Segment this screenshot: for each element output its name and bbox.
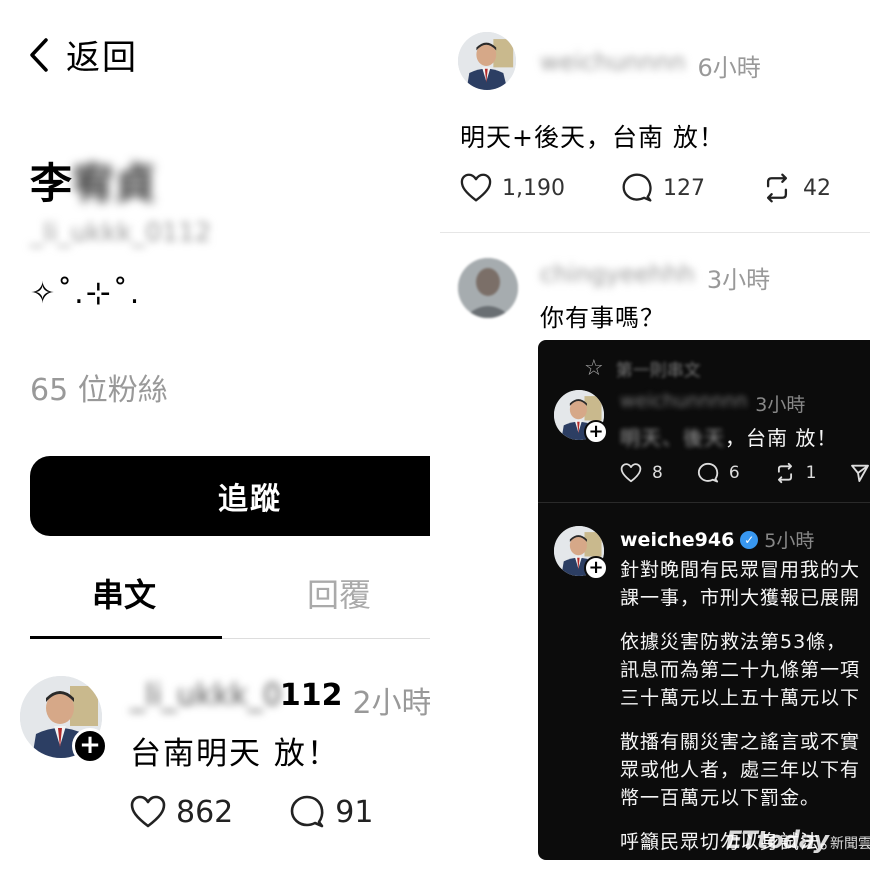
follow-plus-icon: + [584, 420, 608, 444]
back-label: 返回 [66, 38, 138, 78]
post-meta: _li_ukkk_0 112 2小時 [130, 678, 430, 722]
post-divider [440, 232, 870, 233]
comment-button[interactable]: 127 [621, 172, 705, 204]
quoted-paragraph: 針對晚間有民眾冒用我的大 課一事，市刑大獲報已展開 [620, 556, 870, 612]
post-time: 2小時 [352, 686, 430, 721]
reply-meta: chingyeehhh 3小時 [540, 260, 770, 295]
quoted-meta: weichunnnnn 3小時 [620, 390, 805, 417]
quoted-text-blurred: 明天、後天 [620, 426, 725, 450]
repost-icon [766, 173, 788, 203]
watermark-main: ETtoday [725, 826, 829, 854]
profile-tabs: 串文 回覆 [30, 570, 430, 640]
comment-bubble-icon [622, 173, 652, 202]
like-count: 1,190 [502, 175, 565, 201]
reply-time: 3小時 [706, 266, 771, 294]
follow-button[interactable]: 追蹤 [30, 456, 430, 536]
quoted-time: 5小時 [764, 530, 815, 552]
quoted-line: 訊息而為第二十九條第一項 [620, 659, 861, 681]
comment-bubble-icon [290, 795, 324, 828]
person-blurred-icon [458, 258, 518, 318]
quoted-line: 依據災害防救法第53條， [620, 631, 847, 653]
share-stat [850, 462, 870, 484]
pinned-label: ☆ 第一則串文 [584, 356, 701, 381]
repost-count: 1 [805, 463, 817, 483]
profile-handle: _li_ukkk_0112 [30, 218, 212, 248]
quoted-paragraph: 依據災害防救法第53條， 訊息而為第二十九條第一項 三十萬元以上五十萬元以下 [620, 628, 870, 712]
quoted-line: 散播有關災害之謠言或不實 [620, 731, 861, 753]
profile-panel: 返回 李 宥貞 _li_ukkk_0112 ✧˚.⊹˚. 65 位粉絲 追蹤 串… [0, 0, 430, 870]
quoted-line: 眾或他人者，處三年以下有 [620, 759, 861, 781]
quoted-text-visible: ，台南 放！ [725, 426, 838, 450]
post-handle-suffix: 112 [279, 678, 343, 713]
heart-icon [460, 173, 492, 202]
profile-name: 李 宥貞 [30, 150, 156, 211]
comment-stat: 6 [697, 462, 740, 484]
like-count: 862 [176, 794, 234, 830]
quoted-line: 課一事，市刑大獲報已展開 [620, 587, 861, 609]
post-text: 明天+後天，台南 放！ [460, 123, 725, 152]
follower-count[interactable]: 65 位粉絲 [30, 365, 168, 409]
chevron-left-icon [30, 37, 48, 72]
quoted-paragraph: 散播有關災害之謠言或不實 眾或他人者，處三年以下有 幣一百萬元以下罰金。 [620, 728, 870, 812]
post-handle[interactable]: _li_ukkk_0 [130, 678, 282, 722]
comment-count: 91 [335, 794, 374, 830]
follow-plus-icon: + [584, 556, 608, 580]
back-button[interactable]: 返回 [28, 30, 138, 79]
quoted-actions: 8 6 1 [620, 462, 870, 484]
post-time: 6小時 [697, 54, 761, 82]
thread-detail-panel: weichunnnn 6小時 明天+後天，台南 放！ 1,190 127 42 … [440, 0, 870, 870]
quoted-screenshot: ☆ 第一則串文 + weichunnnnn 3小時 明天、後天，台南 放！ 8 … [538, 340, 870, 860]
profile-name-blurred: 宥貞 [72, 159, 157, 208]
quoted-time: 3小時 [755, 394, 806, 416]
star-icon: ☆ [584, 356, 604, 381]
reply-handle[interactable]: chingyeehhh [540, 260, 695, 295]
post-text: 台南明天 放！ [130, 736, 340, 772]
post-actions: 1,190 127 42 [460, 172, 870, 204]
quoted-line: 幣一百萬元以下罰金。 [620, 787, 821, 809]
thread-post[interactable]: + _li_ukkk_0 112 2小時 台南明天 放！ 862 91 [20, 676, 430, 866]
repost-icon [777, 462, 792, 484]
post-meta: weichunnnn 6小時 [540, 48, 761, 83]
active-tab-indicator [30, 636, 222, 639]
like-button[interactable]: 1,190 [460, 172, 565, 204]
ettoday-watermark: ETtoday 新聞雲 [726, 826, 870, 854]
like-count: 8 [652, 463, 663, 483]
comment-button[interactable]: 91 [289, 794, 373, 830]
comment-bubble-icon [697, 462, 719, 483]
comment-count: 6 [728, 463, 740, 483]
send-icon [851, 464, 870, 482]
tab-replies[interactable]: 回覆 [307, 570, 371, 616]
profile-name-visible: 李 [30, 159, 73, 208]
quoted-divider [538, 502, 870, 503]
quoted-handle: weiche946 [620, 528, 735, 551]
follow-plus-icon[interactable]: + [72, 728, 108, 764]
avatar[interactable] [458, 258, 518, 318]
comment-count: 127 [662, 175, 705, 201]
post-handle[interactable]: weichunnnn [540, 48, 686, 83]
quoted-line: 針對晚間有民眾冒用我的大 [620, 559, 861, 581]
heart-icon [620, 463, 642, 483]
post-actions: 862 91 [130, 794, 373, 830]
verified-badge-icon: ✓ [740, 530, 759, 549]
repost-stat: 1 [774, 462, 817, 484]
quoted-body: 針對晚間有民眾冒用我的大 課一事，市刑大獲報已展開 依據災害防救法第53條， 訊… [620, 556, 870, 860]
repost-count: 42 [802, 175, 831, 201]
repost-button[interactable]: 42 [761, 172, 831, 204]
like-button[interactable]: 862 [130, 794, 233, 830]
reply-text: 你有事嗎？ [540, 304, 665, 332]
like-stat: 8 [620, 462, 663, 484]
quoted-text: 明天、後天，台南 放！ [620, 422, 837, 451]
quoted-line: 三十萬元以上五十萬元以下 [620, 687, 861, 709]
profile-bio: ✧˚.⊹˚. [30, 276, 142, 311]
avatar[interactable] [458, 32, 516, 90]
tab-threads[interactable]: 串文 [92, 570, 156, 616]
quoted-handle: weichunnnnn [620, 390, 748, 412]
watermark-sub: 新聞雲 [830, 836, 870, 852]
quoted-meta: weiche946 ✓ 5小時 [620, 526, 814, 553]
heart-icon [130, 795, 166, 828]
pinned-label-text: 第一則串文 [615, 361, 701, 381]
person-portrait-icon [458, 32, 516, 90]
